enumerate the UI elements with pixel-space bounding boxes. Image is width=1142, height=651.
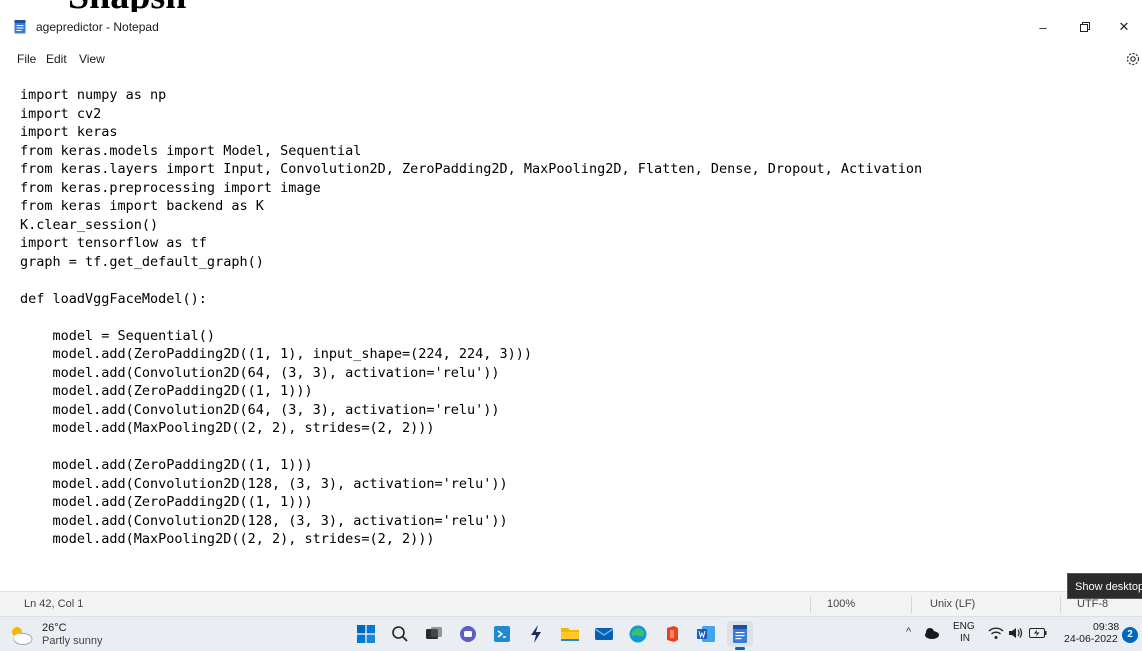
- office-icon: [667, 626, 678, 642]
- background-slide-fragment: Snapsh: [0, 0, 1142, 12]
- window-title: agepredictor - Notepad: [36, 20, 159, 34]
- status-separator: [810, 596, 811, 613]
- zoom-level: 100%: [827, 598, 856, 610]
- app-notepad[interactable]: [727, 621, 753, 650]
- edge-icon: [629, 625, 647, 643]
- vscode-icon: [494, 626, 510, 642]
- task-view-button[interactable]: [421, 621, 447, 647]
- status-separator: [911, 596, 912, 613]
- word-icon: [697, 626, 715, 642]
- tray-overflow-chevron-icon[interactable]: ^: [906, 626, 911, 638]
- minimize-icon: –: [1039, 19, 1047, 35]
- app-file-explorer[interactable]: [557, 621, 583, 647]
- encoding: UTF-8: [1077, 598, 1109, 610]
- weather-temperature: 26°C: [42, 622, 67, 634]
- notepad-icon: [733, 625, 747, 643]
- app-office[interactable]: [659, 621, 685, 647]
- input-language[interactable]: ENG: [953, 621, 975, 632]
- background-slide-text: Snapsh: [68, 0, 186, 12]
- teams-chat-icon: [460, 626, 476, 642]
- search-button[interactable]: [387, 621, 413, 647]
- app-mail[interactable]: [591, 621, 617, 647]
- weather-condition: Partly sunny: [42, 635, 103, 647]
- notification-badge[interactable]: 2: [1122, 627, 1138, 643]
- taskbar: 26°C Partly sunny ^ ENG IN 09:38 24-06-2…: [0, 616, 1142, 651]
- status-separator: [1060, 596, 1061, 613]
- menu-edit[interactable]: Edit: [43, 50, 70, 68]
- cursor-position: Ln 42, Col 1: [24, 598, 84, 610]
- close-button[interactable]: ✕: [1106, 12, 1142, 42]
- app-vscode[interactable]: [489, 621, 515, 647]
- menu-bar: File Edit View: [0, 42, 1142, 76]
- wifi-icon[interactable]: [988, 626, 1004, 640]
- input-region[interactable]: IN: [960, 633, 970, 644]
- notepad-app-icon: [14, 20, 26, 34]
- task-view-icon: [426, 627, 442, 639]
- windows-start-icon: [357, 625, 375, 643]
- weather-widget[interactable]: 26°C Partly sunny: [8, 620, 118, 650]
- battery-charging-icon[interactable]: [1029, 628, 1047, 638]
- menu-view[interactable]: View: [76, 50, 108, 68]
- show-desktop-tooltip: Show desktop: [1067, 573, 1142, 599]
- onedrive-cloud-icon[interactable]: [922, 626, 940, 640]
- editor-content[interactable]: import numpy as np import cv2 import ker…: [20, 86, 922, 549]
- status-bar: Ln 42, Col 1 100% Unix (LF) UTF-8: [0, 591, 1142, 617]
- clock-date[interactable]: 24-06-2022: [1064, 633, 1118, 645]
- settings-gear-icon[interactable]: [1124, 50, 1142, 68]
- chat-button[interactable]: [455, 621, 481, 647]
- text-editor[interactable]: import numpy as np import cv2 import ker…: [0, 76, 1142, 591]
- clock-time[interactable]: 09:38: [1093, 621, 1119, 633]
- minimize-button[interactable]: –: [1022, 12, 1064, 42]
- partly-sunny-icon: [12, 627, 33, 645]
- search-icon: [392, 626, 408, 642]
- restore-icon: [1080, 22, 1090, 32]
- mail-icon: [594, 628, 614, 640]
- maximize-button[interactable]: [1064, 12, 1106, 42]
- volume-icon[interactable]: [1008, 626, 1024, 640]
- line-ending: Unix (LF): [930, 598, 976, 610]
- app-word[interactable]: [693, 621, 719, 647]
- start-button[interactable]: [353, 621, 379, 647]
- app-power-automate[interactable]: [523, 621, 549, 647]
- app-edge[interactable]: [625, 621, 651, 647]
- title-bar[interactable]: agepredictor - Notepad – ✕: [0, 12, 1142, 42]
- close-icon: ✕: [1118, 19, 1130, 34]
- file-explorer-icon: [561, 628, 579, 641]
- menu-file[interactable]: File: [14, 50, 39, 68]
- power-automate-icon: [531, 625, 541, 643]
